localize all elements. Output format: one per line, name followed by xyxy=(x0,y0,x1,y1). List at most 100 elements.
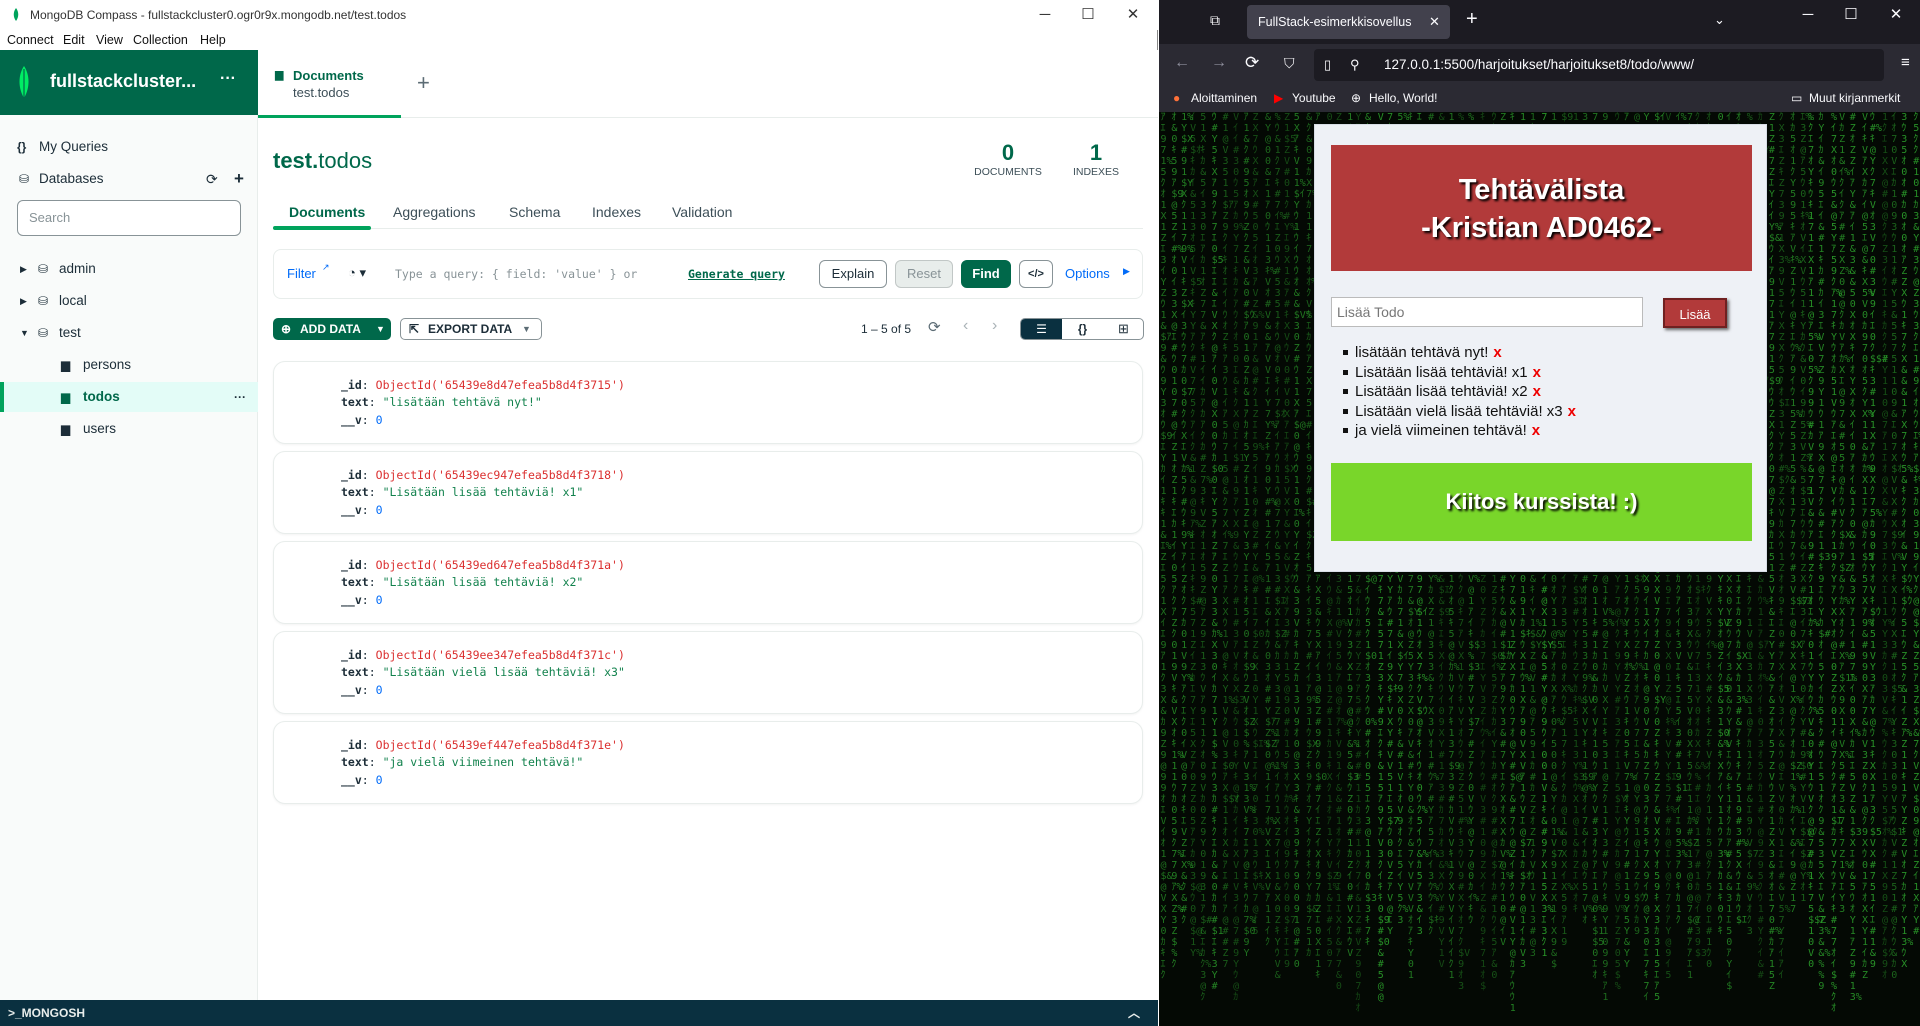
tab-title: Documents xyxy=(293,68,364,83)
menu-help[interactable]: Help xyxy=(200,33,226,47)
matrix-rain-column: ｵ&0ｷ59ｱ$9@5Zｲ#%ｵ0ｲ33X@ｴ#ｳ0107#@ｲZ1ｵZ1ｷｴｶ… xyxy=(1171,112,1184,970)
bookmark-aloittaminen[interactable]: Aloittaminen xyxy=(1191,91,1257,105)
sidebar-collection-users[interactable]: ▆ users xyxy=(0,414,258,444)
refresh-icon[interactable]: ⟳ xyxy=(928,318,941,336)
menu-view[interactable]: View xyxy=(96,33,123,47)
filter-label[interactable]: Filter xyxy=(287,266,316,281)
delete-todo-button[interactable]: x xyxy=(1533,364,1541,381)
shield-icon[interactable]: ⛉ xyxy=(1284,55,1295,72)
subtab-validation[interactable]: Validation xyxy=(672,204,732,220)
field-value-id: ObjectId('65439ef447efea5b8d4f371e') xyxy=(375,738,625,752)
delete-todo-button[interactable]: x xyxy=(1533,383,1541,400)
back-icon[interactable]: ← xyxy=(1174,54,1190,72)
close-tab-icon[interactable]: ✕ xyxy=(1429,5,1440,39)
json-view-icon[interactable]: {} xyxy=(1062,319,1103,339)
chevron-up-icon[interactable]: ︿ xyxy=(1128,1000,1140,1026)
sidebar-collection-persons[interactable]: ▆ persons xyxy=(0,350,258,380)
subtab-aggregations[interactable]: Aggregations xyxy=(393,204,476,220)
code-view-icon[interactable]: </> xyxy=(1019,260,1053,288)
add-database-icon[interactable]: + xyxy=(234,164,244,194)
find-button[interactable]: Find xyxy=(961,260,1011,288)
caret-right-icon[interactable]: ▶ xyxy=(20,254,27,284)
todo-item-text: Lisätään vielä lisää tehtäviä! x3 xyxy=(1355,402,1563,420)
document-card[interactable]: _id: ObjectId('65439ee347efea5b8d4f371c'… xyxy=(273,631,1143,714)
cluster-menu-icon[interactable]: ··· xyxy=(220,70,236,88)
subtab-documents[interactable]: Documents xyxy=(289,204,365,220)
tab-documents[interactable]: ▆ Documents test.todos xyxy=(258,50,401,118)
sidebar-db-test[interactable]: ▼ ⛁ test xyxy=(0,318,258,348)
permissions-icon[interactable]: ⚲ xyxy=(1350,49,1360,81)
subtab-schema[interactable]: Schema xyxy=(509,204,560,220)
field-key: text xyxy=(341,485,369,499)
query-history-icon[interactable]: ◔ ▾ xyxy=(348,265,366,281)
title-bar: MongoDB Compass - fullstackcluster0.ogr0… xyxy=(0,0,1158,30)
todo-header: Tehtävälista -Kristian AD0462- xyxy=(1331,145,1752,271)
sidebar-item-databases[interactable]: ⛁ Databases ⟳ + xyxy=(0,164,258,194)
sidebar-item-my-queries[interactable]: {} My Queries xyxy=(0,132,258,162)
cluster-header[interactable]: fullstackcluster... ··· xyxy=(0,50,258,115)
sidebar-db-admin[interactable]: ▶ ⛁ admin xyxy=(0,254,258,284)
options-toggle[interactable]: Options xyxy=(1065,266,1110,281)
field-value-v: 0 xyxy=(375,773,383,787)
menu-icon[interactable]: ≡ xyxy=(1901,54,1910,71)
browser-tab-title: FullStack-esimerkkisovellus xyxy=(1258,15,1412,29)
prev-page-icon[interactable]: ‹ xyxy=(963,317,968,335)
collection-menu-icon[interactable]: ··· xyxy=(234,382,246,412)
document-card[interactable]: _id: ObjectId('65439ed647efea5b8d4f371a'… xyxy=(273,541,1143,624)
field-value-id: ObjectId('65439ee347efea5b8d4f371c') xyxy=(375,648,625,662)
generate-query-link[interactable]: Generate query xyxy=(688,267,785,281)
caret-right-icon[interactable]: ▶ xyxy=(20,286,27,316)
list-view-icon[interactable]: ☰ xyxy=(1021,319,1062,339)
new-tab-button[interactable]: + xyxy=(417,70,430,96)
close-button[interactable]: ✕ xyxy=(1879,4,1913,26)
menu-edit[interactable]: Edit xyxy=(63,33,85,47)
reload-icon[interactable]: ⟳ xyxy=(1245,53,1259,73)
url-bar[interactable]: ▯ ⚲ 127.0.0.1:5500/harjoitukset/harjoitu… xyxy=(1314,49,1884,81)
todo-input[interactable]: Lisää Todo xyxy=(1331,297,1643,327)
caret-down-icon[interactable]: ▼ xyxy=(20,318,29,348)
todo-item: Lisätään lisää tehtäviä! x1 x xyxy=(1343,363,1576,383)
maximize-button[interactable]: ☐ xyxy=(1071,4,1105,26)
document-card[interactable]: _id: ObjectId('65439ef447efea5b8d4f371e'… xyxy=(273,721,1143,804)
field-value-text: "Lisätään lisää tehtäviä! x1" xyxy=(382,485,584,499)
matrix-rain-column: 1ｸｴ1XX@#@@ｸｳZ3ｲｳｴ1ｷｶｸｸZY110@7ｱ1ｴｵ@X&Yｳ73… xyxy=(1882,112,1895,981)
browser-tab[interactable]: FullStack-esimerkkisovellus ✕ xyxy=(1247,5,1450,39)
db-name: admin xyxy=(59,261,96,276)
new-tab-button[interactable]: + xyxy=(1466,8,1478,31)
maximize-button[interactable]: ☐ xyxy=(1834,4,1868,26)
sidebar-search-input[interactable]: Search xyxy=(17,200,241,236)
query-input[interactable]: Type a query: { field: 'value' } or xyxy=(395,267,637,281)
menu-connect[interactable]: Connect xyxy=(7,33,54,47)
explain-button[interactable]: Explain xyxy=(819,260,887,288)
bookmark-youtube[interactable]: Youtube xyxy=(1292,91,1336,105)
other-bookmarks[interactable]: Muut kirjanmerkit xyxy=(1809,91,1900,105)
delete-todo-button[interactable]: x xyxy=(1493,344,1501,361)
field-key: _id xyxy=(341,648,362,662)
document-card[interactable]: _id: ObjectId('65439e8d47efea5b8d4f3715'… xyxy=(273,361,1143,444)
forward-icon[interactable]: → xyxy=(1211,54,1227,72)
delete-todo-button[interactable]: x xyxy=(1568,403,1576,420)
close-button[interactable]: ✕ xyxy=(1116,4,1150,26)
namespace-db: test. xyxy=(273,148,319,173)
delete-todo-button[interactable]: x xyxy=(1532,422,1540,439)
list-tabs-icon[interactable]: ⌄ xyxy=(1714,12,1725,28)
minimize-button[interactable]: ─ xyxy=(1028,4,1062,26)
reset-button[interactable]: Reset xyxy=(895,260,953,288)
add-todo-button[interactable]: Lisää xyxy=(1663,298,1727,328)
sidebar-collection-todos[interactable]: ▆ todos ··· xyxy=(0,382,258,412)
table-view-icon[interactable]: ⊞ xyxy=(1103,319,1144,339)
export-data-button[interactable]: ⇱ EXPORT DATA ▼ xyxy=(400,318,542,340)
field-value-id: ObjectId('65439e8d47efea5b8d4f3715') xyxy=(375,378,625,392)
bookmark-hello-world[interactable]: Hello, World! xyxy=(1369,91,1437,105)
document-card[interactable]: _id: ObjectId('65439ec947efea5b8d4f3718'… xyxy=(273,451,1143,534)
documents-label: DOCUMENTS xyxy=(974,166,1042,178)
minimize-button[interactable]: ─ xyxy=(1791,4,1825,26)
add-data-button[interactable]: ⊕ ADD DATA ▼ xyxy=(273,318,391,340)
refresh-icon[interactable]: ⟳ xyxy=(206,164,218,194)
subtab-indexes[interactable]: Indexes xyxy=(592,204,641,220)
mongosh-bar[interactable]: >_MONGOSH ︿ xyxy=(0,1000,1158,1026)
menu-collection[interactable]: Collection xyxy=(133,33,188,47)
next-page-icon[interactable]: › xyxy=(992,317,997,335)
tab-overview-icon[interactable]: ⧉ xyxy=(1210,12,1220,29)
sidebar-db-local[interactable]: ▶ ⛁ local xyxy=(0,286,258,316)
